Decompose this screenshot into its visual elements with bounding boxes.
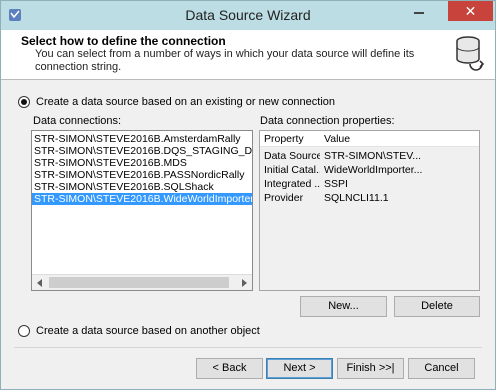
list-item[interactable]: STR-SIMON\STEVE2016B.PASSNordicRally [32,169,252,181]
page-title: Select how to define the connection [21,34,226,48]
page-description: You can select from a number of ways in … [35,48,415,73]
other-object-option[interactable]: Create a data source based on another ob… [18,323,260,339]
other-object-label[interactable]: Create a data source based on another ob… [36,325,260,337]
close-button[interactable]: ✕ [448,1,493,21]
table-row: Integrated ... SSPI [260,177,479,191]
next-button[interactable]: Next > [266,358,333,379]
scroll-right-icon[interactable] [242,279,247,287]
property-name: Integrated ... [264,178,320,190]
wizard-header: Select how to define the connection You … [1,30,495,80]
property-name: Data Source [264,150,320,162]
scroll-left-icon[interactable] [37,279,42,287]
property-name: Provider [264,192,304,204]
properties-header-row: Property Value [260,131,479,147]
property-name: Initial Catal... [264,164,320,176]
new-connection-button[interactable]: New... [300,296,387,317]
data-connections-list[interactable]: STR-SIMON\STEVE2016B.AmsterdamRally STR-… [31,130,253,291]
data-connection-properties-label: Data connection properties: [260,115,395,127]
existing-connection-radio[interactable] [18,96,30,108]
horizontal-scrollbar[interactable] [32,274,252,290]
list-item[interactable]: STR-SIMON\STEVE2016B.AmsterdamRally [32,133,252,145]
list-item[interactable]: STR-SIMON\STEVE2016B.SQLShack [32,181,252,193]
table-row: Initial Catal... WideWorldImporter... [260,163,479,177]
property-value: SQLNCLI11.1 [324,192,389,204]
property-value: STR-SIMON\STEV... [324,150,422,162]
list-item[interactable]: STR-SIMON\STEVE2016B.DQS_STAGING_DATA [32,145,252,157]
list-item[interactable]: STR-SIMON\STEVE2016B.MDS [32,157,252,169]
scroll-thumb[interactable] [49,277,229,288]
list-item-selected[interactable]: STR-SIMON\STEVE2016B.WideWorldImportersD… [32,193,252,205]
existing-connection-label[interactable]: Create a data source based on an existin… [36,96,335,108]
value-column-header: Value [324,133,351,145]
connection-properties-grid[interactable]: Property Value Data Source STR-SIMON\STE… [259,130,480,291]
other-object-radio[interactable] [18,325,30,337]
minimize-button[interactable] [405,1,433,22]
database-icon [456,36,485,71]
finish-button[interactable]: Finish >>| [337,358,404,379]
back-button[interactable]: < Back [196,358,263,379]
property-value: WideWorldImporter... [324,164,423,176]
delete-connection-button[interactable]: Delete [394,296,480,317]
property-column-header: Property [264,133,304,145]
footer-divider [14,347,482,348]
title-bar[interactable]: Data Source Wizard ✕ [1,1,495,30]
cancel-button[interactable]: Cancel [408,358,475,379]
data-source-wizard-window: Data Source Wizard ✕ Select how to defin… [0,0,496,390]
table-row: Provider SQLNCLI11.1 [260,191,479,205]
property-value: SSPI [324,178,348,190]
data-connections-label: Data connections: [33,115,122,127]
existing-connection-option[interactable]: Create a data source based on an existin… [18,94,335,110]
table-row: Data Source STR-SIMON\STEV... [260,149,479,163]
